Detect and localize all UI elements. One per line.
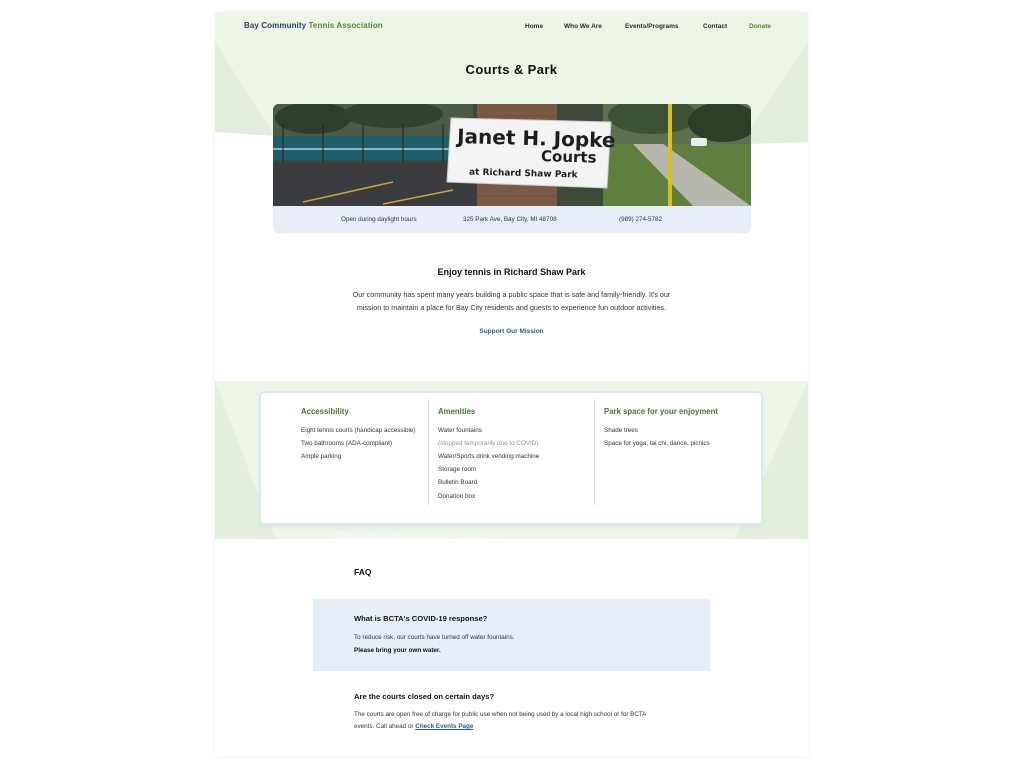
intro-line-2: mission to maintain a place for Bay City… [356, 303, 667, 312]
support-mission-area: Support Our Mission [215, 328, 808, 335]
park-banner-card: Janet H. Jopke Courts at Richard Shaw Pa… [273, 104, 751, 233]
page: Bay Community Tennis Association Home Wh… [215, 12, 808, 756]
sign-line-2: Courts [541, 147, 597, 166]
faq-answer-text: events. Call ahead or [354, 723, 416, 730]
amenities-heading: Amenities [438, 407, 476, 416]
amenities-item: Storage room [438, 466, 477, 473]
intro-heading: Enjoy tennis in Richard Shaw Park [437, 267, 586, 277]
support-mission-link[interactable]: Support Our Mission [479, 328, 543, 335]
accessibility-item: Two bathrooms (ADA-compliant) [301, 440, 392, 447]
nav-donate[interactable]: Donate [749, 23, 771, 30]
faq-answer-line: events. Call ahead or Check Events Page [354, 723, 473, 730]
park-address[interactable]: 325 Park Ave, Bay City, MI 48708 [463, 216, 557, 223]
features-card: Accessibility Eight tennis courts (handi… [261, 393, 761, 523]
park-space-column: Park space for your enjoyment Shade tree… [594, 393, 761, 523]
amenities-item-note: (stopped temporarily due to COVID) [438, 440, 539, 447]
faq-question[interactable]: Are the courts closed on certain days? [354, 692, 494, 701]
features-band: Accessibility Eight tennis courts (handi… [215, 381, 808, 539]
park-phone[interactable]: (989) 274-5782 [619, 216, 662, 223]
nav-contact[interactable]: Contact [703, 23, 727, 30]
park-space-heading: Park space for your enjoyment [604, 407, 718, 416]
accessibility-item: Eight tennis courts (handicap accessible… [301, 427, 416, 434]
faq-answer-line: To reduce risk, our courts have turned o… [354, 634, 515, 641]
amenities-item: Water/Sports drink vending machine [438, 453, 540, 460]
park-hours: Open during daylight hours [341, 216, 417, 223]
brand-logo[interactable]: Bay Community Tennis Association [244, 21, 383, 30]
brand-name-secondary: Tennis Association [308, 21, 383, 30]
amenities-column: Amenities Water fountains (stopped tempo… [428, 393, 594, 523]
nav-home[interactable]: Home [525, 23, 543, 30]
page-title: Courts & Park [465, 62, 558, 77]
brand-name-primary: Bay Community [244, 21, 307, 30]
park-sign-photo: Janet H. Jopke Courts at Richard Shaw Pa… [273, 104, 751, 206]
park-space-item: Space for yoga, tai chi, dance, picnics [604, 440, 710, 447]
nav-events-programs[interactable]: Events/Programs [625, 23, 678, 30]
amenities-item: Donation box [438, 493, 476, 500]
accessibility-column: Accessibility Eight tennis courts (handi… [261, 393, 428, 523]
faq-heading: FAQ [354, 567, 372, 577]
check-events-link[interactable]: Check Events Page [415, 723, 473, 730]
top-nav: Bay Community Tennis Association Home Wh… [215, 12, 808, 42]
amenities-item: Bulletin Board [438, 479, 478, 486]
park-space-item: Shade trees [604, 427, 638, 434]
faq-answer-line: The courts are open free of charge for p… [354, 711, 647, 718]
park-info-bar: Open during daylight hours 325 Park Ave,… [273, 206, 751, 233]
intro-line-1: Our community has spent many years build… [352, 290, 671, 299]
faq-question[interactable]: What is BCTA's COVID-19 response? [354, 614, 487, 623]
faq-item-covid: What is BCTA's COVID-19 response? To red… [313, 599, 710, 671]
faq-answer-emphasis: Please bring your own water. [354, 647, 441, 654]
accessibility-heading: Accessibility [301, 407, 349, 416]
accessibility-item: Ample parking [301, 453, 342, 460]
amenities-item: Water fountains [438, 427, 482, 434]
intro-paragraph: Our community has spent many years build… [340, 288, 683, 314]
nav-who-we-are[interactable]: Who We Are [564, 23, 602, 30]
